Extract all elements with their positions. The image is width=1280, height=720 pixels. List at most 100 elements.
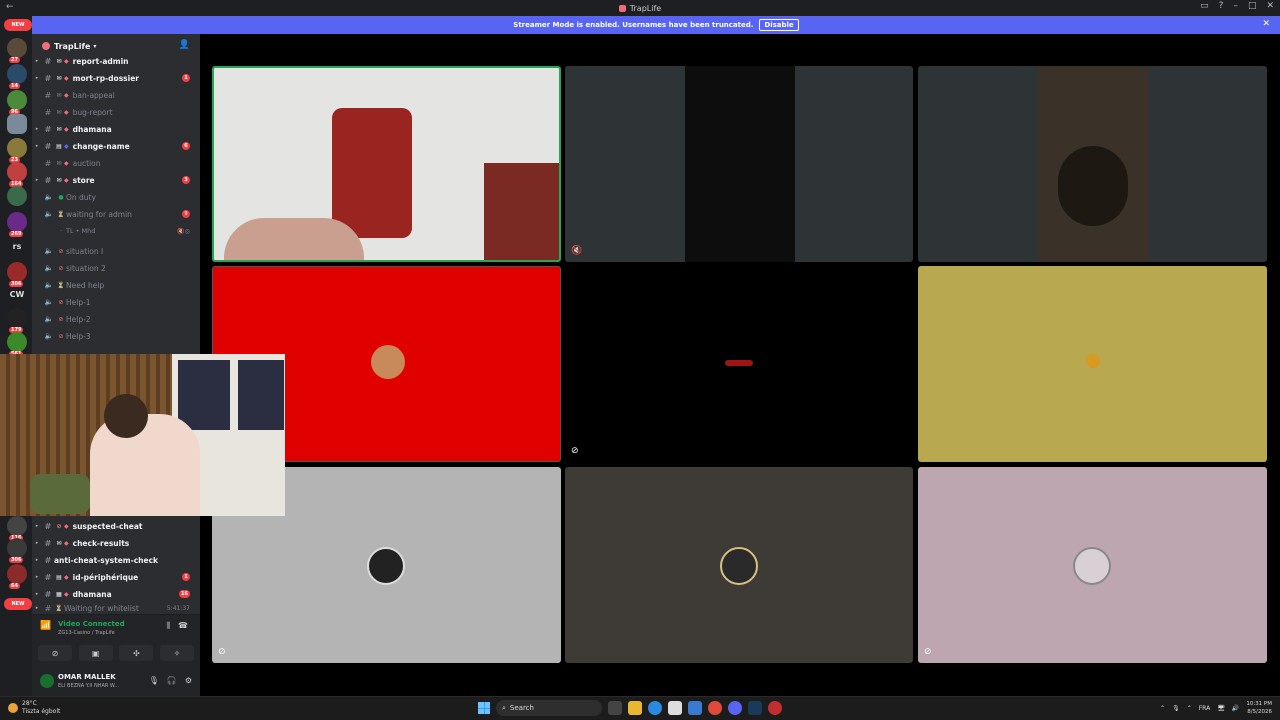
chevron-up-icon[interactable]: ⌃ <box>1187 705 1192 712</box>
app-logo-icon <box>618 4 626 12</box>
server-icon[interactable]: 306 <box>7 262 27 287</box>
taskbar-search[interactable]: ⌕ Search <box>496 700 602 716</box>
unread-badge: 1 <box>182 74 190 82</box>
task-view-icon[interactable] <box>608 701 622 715</box>
avatar-tile[interactable] <box>918 266 1267 462</box>
server-icon[interactable]: 14 <box>7 64 27 89</box>
speaker-icon: 🔈 <box>44 210 54 218</box>
user-name[interactable]: OMAR MALLEK <box>58 673 116 681</box>
channel-item[interactable]: # ✉ ◆ ban-appeal <box>32 87 200 103</box>
server-icon[interactable]: 179 <box>7 308 27 333</box>
server-icon[interactable]: 561 <box>7 332 27 357</box>
voice-channel-item[interactable]: 🔈 ⊘ situation I <box>32 243 200 259</box>
voice-status[interactable]: Video Connected <box>58 620 125 628</box>
avatar-tile[interactable]: ⊘ <box>565 266 913 462</box>
voice-channel-item[interactable]: 🔈 ⊘ Help-3 <box>32 328 200 344</box>
soundboard-button[interactable]: ✧ <box>159 645 194 661</box>
user-panel: OMAR MALLEK ELI BEZNA Y.II NHAR W... 🎙 🎧… <box>32 668 200 696</box>
channel-item[interactable]: ▸ # anti-cheat-system-check <box>32 552 200 568</box>
video-tile[interactable] <box>918 66 1267 262</box>
diamond-icon: ◆ <box>64 57 69 65</box>
avatar-tile[interactable] <box>565 467 913 663</box>
minimize-button[interactable]: – <box>1233 1 1238 11</box>
close-icon[interactable]: ✕ <box>1262 19 1270 29</box>
document-icon: ▤ <box>56 142 62 150</box>
help-icon[interactable]: ? <box>1219 1 1224 11</box>
voice-channel-item[interactable]: 🔈 ⏳ Need help <box>32 277 200 293</box>
server-icon[interactable]: 269 <box>7 212 27 237</box>
server-icon-cw[interactable]: CW <box>7 284 27 304</box>
discord-icon[interactable] <box>728 701 742 715</box>
video-tile[interactable]: 🔇 <box>565 66 913 262</box>
microphone-icon[interactable]: 🎙 <box>1172 705 1180 712</box>
channel-item[interactable]: ▸ # ✉ ◆ mort-rp-dossier 1 <box>32 70 200 86</box>
volume-icon[interactable]: 🔊 <box>1232 705 1239 712</box>
channel-item[interactable]: ▸ # ⏳ Waiting for whitelist 5:41:37 <box>32 603 200 613</box>
network-icon[interactable]: 🖥 <box>1217 705 1225 712</box>
server-icon[interactable]: 306 <box>7 538 27 563</box>
start-button[interactable] <box>478 702 490 714</box>
language-indicator[interactable]: FRA <box>1199 705 1210 712</box>
app-icon[interactable] <box>688 701 702 715</box>
back-arrow-icon[interactable]: ← <box>6 2 14 12</box>
channel-item[interactable]: ▸ # ✉ ◆ dhamana <box>32 121 200 137</box>
voice-location[interactable]: ZG13-Casino / TrapLife <box>58 630 115 636</box>
invite-people-icon[interactable]: 👤 <box>179 40 190 50</box>
server-icon[interactable] <box>7 114 27 134</box>
camera-off-button[interactable]: ⊘ <box>38 645 72 661</box>
voice-channel-item[interactable]: 🔈 ● On duty <box>32 189 200 205</box>
avatar-tile[interactable]: ⊘ <box>918 467 1267 663</box>
weather-widget[interactable]: 28°C Tiszta égbolt <box>8 700 60 716</box>
chevron-up-icon[interactable]: ⌃ <box>1160 705 1165 712</box>
headphones-icon[interactable]: 🎧 <box>167 676 177 685</box>
channel-item[interactable]: ▸ # ✉ ◆ check-results <box>32 535 200 551</box>
store-icon[interactable] <box>668 701 682 715</box>
hash-icon: # <box>44 603 52 613</box>
voice-channel-item[interactable]: 🔈 ⊘ Help-1 <box>32 294 200 310</box>
server-icon[interactable]: 23 <box>7 138 27 163</box>
hash-icon: # <box>44 90 52 100</box>
activities-button[interactable]: ✣ <box>119 645 154 661</box>
channel-item[interactable]: ▸ # ✉ ◆ report-admin <box>32 53 200 69</box>
server-icon[interactable]: 27 <box>7 38 27 63</box>
avatar <box>720 547 758 585</box>
channel-item[interactable]: ▸ # ⊘ ◆ suspected-cheat <box>32 518 200 534</box>
voice-channel-item[interactable]: 🔈 ⏳ waiting for admin 9 <box>32 206 200 222</box>
server-icon[interactable]: 64 <box>7 564 27 589</box>
voice-member-item[interactable]: · TL • Mhd 🔇◎ <box>32 223 200 239</box>
channel-item[interactable]: # ✉ ◆ auction <box>32 155 200 171</box>
chrome-icon[interactable] <box>708 701 722 715</box>
screen-share-button[interactable]: ▣ <box>78 645 113 661</box>
channel-name: id-périphérique <box>72 572 139 582</box>
settings-gear-icon[interactable]: ⚙ <box>185 676 192 685</box>
file-explorer-icon[interactable] <box>628 701 642 715</box>
channel-item[interactable]: # ✉ ◆ bug-report <box>32 104 200 120</box>
maximize-button[interactable]: □ <box>1248 1 1257 11</box>
mail-icon: ✉ <box>56 91 62 99</box>
channel-item[interactable]: ▸ # ✉ ◆ store 3 <box>32 172 200 188</box>
server-icon[interactable] <box>7 186 27 206</box>
avatar[interactable] <box>40 674 54 688</box>
server-icon[interactable]: 164 <box>7 162 27 187</box>
steam-icon[interactable] <box>748 701 762 715</box>
disconnect-icon[interactable]: ☎ <box>178 621 188 631</box>
disable-streamer-mode-button[interactable]: Disable <box>759 19 799 31</box>
microphone-icon[interactable]: 🎙 <box>149 676 159 685</box>
server-icon[interactable]: 96 <box>7 90 27 115</box>
app-icon[interactable] <box>768 701 782 715</box>
status-dot-icon: ● <box>58 193 64 201</box>
inbox-icon[interactable]: ▭ <box>1200 1 1209 11</box>
video-tile-speaking[interactable] <box>212 66 561 262</box>
clock[interactable]: 10:31 PM 8/5/2026 <box>1246 700 1272 716</box>
noise-suppression-icon[interactable]: ⫼ <box>166 621 170 631</box>
close-window-button[interactable]: ✕ <box>1266 1 1274 11</box>
signal-icon: 📶 <box>40 621 52 631</box>
channel-item[interactable]: ▸ # ▤ ◆ change-name 6 <box>32 138 200 154</box>
server-icon[interactable]: 116 <box>7 516 27 541</box>
server-icon-rs[interactable]: rs <box>7 236 27 256</box>
voice-channel-item[interactable]: 🔈 ⊘ Help-2 <box>32 311 200 327</box>
edge-icon[interactable] <box>648 701 662 715</box>
channel-item[interactable]: ▸ # ▤ ◆ id-périphérique 1 <box>32 569 200 585</box>
voice-channel-item[interactable]: 🔈 ⊘ situation 2 <box>32 260 200 276</box>
channel-item[interactable]: ▸ # ▦ ◆ dhamana 16 <box>32 586 200 602</box>
